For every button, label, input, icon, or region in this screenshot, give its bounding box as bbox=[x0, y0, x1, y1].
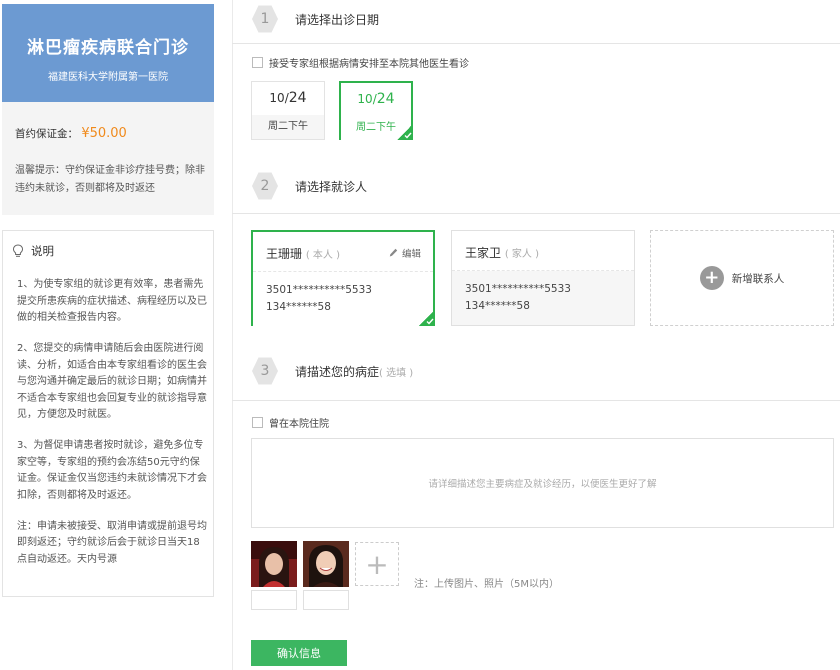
upload-note: 注：上传图片、照片（5M以内） bbox=[414, 579, 559, 590]
lightbulb-icon bbox=[12, 244, 24, 257]
photo-caption-input[interactable] bbox=[251, 590, 297, 610]
notice-paragraph: 2、您提交的病情申请随后会由医院进行阅读、分析，如适合由本专家组看诊的医生会与您… bbox=[17, 343, 207, 420]
patient-id-number: 3501**********5533 bbox=[266, 284, 372, 296]
patient-name-line: 王家卫 ( 家人 ) bbox=[465, 244, 539, 261]
step-1-header: 1 请选择出诊日期 bbox=[252, 5, 379, 33]
hospital-affiliation: 福建医科大学附属第一医院 bbox=[48, 72, 168, 83]
add-contact-button[interactable]: + 新增联系人 bbox=[650, 230, 834, 326]
notice-panel: 说明 1、为使专家组的就诊更有效率，患者需先提交所患疾病的症状描述、病程经历以及… bbox=[2, 230, 214, 597]
patient-phone: 134******58 bbox=[465, 300, 530, 312]
step-3-header: 3 请描述您的病症( 选填 ) bbox=[252, 357, 413, 385]
patient-name: 王珊珊 bbox=[266, 247, 303, 261]
step-number-badge: 3 bbox=[252, 357, 278, 385]
edit-patient-button[interactable]: 编辑 bbox=[389, 246, 421, 260]
selected-check-icon bbox=[397, 124, 413, 140]
date-slot: 周二下午 bbox=[252, 115, 324, 139]
step-3-title: 请描述您的病症( 选填 ) bbox=[295, 364, 414, 379]
hospital-name: 淋巴瘤疾病联合门诊 bbox=[27, 38, 189, 58]
step-1-title: 请选择出诊日期 bbox=[295, 12, 380, 27]
patient-relation: ( 本人 ) bbox=[305, 250, 341, 261]
notice-paragraph: 1、为使专家组的就诊更有效率，患者需先提交所患疾病的症状描述、病程经历以及已做的… bbox=[17, 279, 207, 323]
patient-name-line: 王珊珊 ( 本人 ) bbox=[266, 245, 340, 262]
patient-card-details: 3501**********5533 134******58 bbox=[253, 272, 433, 326]
deposit-line: 首约保证金： ¥50.00 bbox=[15, 126, 127, 141]
confirm-info-button[interactable]: 确认信息 bbox=[251, 640, 347, 666]
date-value: 10/24 bbox=[269, 90, 307, 106]
hospitalized-label: 曾在本院住院 bbox=[269, 419, 329, 430]
plus-icon: + bbox=[365, 547, 389, 581]
optional-hint: ( 选填 ) bbox=[379, 367, 414, 379]
accept-other-doctor-label: 接受专家组根据病情安排至本院其他医生看诊 bbox=[269, 59, 469, 70]
uploaded-photo-thumbnail[interactable] bbox=[251, 541, 297, 587]
plus-circle-icon: + bbox=[699, 266, 724, 290]
selected-check-icon bbox=[419, 310, 435, 326]
accept-other-doctor-option[interactable]: 接受专家组根据病情安排至本院其他医生看诊 bbox=[252, 55, 469, 70]
add-contact-label: 新增联系人 bbox=[731, 272, 785, 285]
patient-card[interactable]: 王家卫 ( 家人 ) 3501**********5533 134******5… bbox=[451, 230, 635, 326]
deposit-label: 首约保证金： bbox=[15, 128, 78, 140]
notice-body: 1、为使专家组的就诊更有效率，患者需先提交所患疾病的症状描述、病程经历以及已做的… bbox=[17, 277, 207, 583]
hospitalized-checkbox[interactable] bbox=[252, 417, 263, 428]
patient-card-selected[interactable]: 王珊珊 ( 本人 ) 编辑 3501**********5533 134****… bbox=[251, 230, 435, 326]
notice-paragraph: 注：申请未被接受、取消申请或提前退号均即刻返还；守约就诊后会于就诊日当天18点自… bbox=[17, 520, 207, 565]
date-option-selected[interactable]: 10/24 周二下午 bbox=[339, 81, 413, 140]
step-2-title: 请选择就诊人 bbox=[295, 179, 368, 194]
section-divider bbox=[232, 43, 840, 44]
description-placeholder: 请详细描述您主要病症及就诊经历，以便医生更好了解 bbox=[428, 479, 657, 490]
patient-card-details: 3501**********5533 134******58 bbox=[452, 271, 634, 325]
deposit-amount: ¥50.00 bbox=[81, 126, 127, 141]
notice-header: 说明 bbox=[12, 243, 54, 259]
pencil-icon bbox=[389, 248, 398, 257]
notice-paragraph: 3、为督促申请患者按时就诊，避免多位专家空等，专家组的预约会冻结50元守约保证金… bbox=[17, 440, 207, 501]
deposit-tip: 温馨提示：守约保证金非诊疗挂号费；除非违约未就诊，否则都将及时返还 bbox=[15, 165, 205, 194]
date-option[interactable]: 10/24 周二下午 bbox=[251, 81, 325, 140]
section-divider bbox=[232, 400, 840, 401]
symptom-description-input[interactable]: 请详细描述您主要病症及就诊经历，以便医生更好了解 bbox=[251, 438, 834, 528]
step-2-header: 2 请选择就诊人 bbox=[252, 172, 367, 200]
upload-photo-button[interactable]: + bbox=[355, 542, 399, 586]
step-number-badge: 2 bbox=[252, 172, 278, 200]
patient-name: 王家卫 bbox=[465, 246, 502, 260]
edit-label: 编辑 bbox=[401, 249, 421, 260]
step-number-badge: 1 bbox=[252, 5, 278, 33]
patient-card-header: 王珊珊 ( 本人 ) 编辑 bbox=[253, 232, 433, 272]
notice-title: 说明 bbox=[31, 244, 54, 258]
section-divider bbox=[232, 213, 840, 214]
column-divider bbox=[232, 0, 233, 670]
hospitalized-option[interactable]: 曾在本院住院 bbox=[252, 415, 329, 430]
uploaded-photo-thumbnail[interactable] bbox=[303, 541, 349, 587]
deposit-panel: 首约保证金： ¥50.00 温馨提示：守约保证金非诊疗挂号费；除非违约未就诊，否… bbox=[2, 102, 214, 215]
patient-relation: ( 家人 ) bbox=[504, 249, 540, 260]
photo-caption-input[interactable] bbox=[303, 590, 349, 610]
patient-id-number: 3501**********5533 bbox=[465, 283, 571, 295]
patient-card-header: 王家卫 ( 家人 ) bbox=[452, 231, 634, 271]
hospital-banner: 淋巴瘤疾病联合门诊 福建医科大学附属第一医院 bbox=[2, 4, 214, 102]
date-value: 10/24 bbox=[341, 83, 411, 116]
patient-phone: 134******58 bbox=[266, 301, 331, 313]
accept-other-doctor-checkbox[interactable] bbox=[252, 57, 263, 68]
